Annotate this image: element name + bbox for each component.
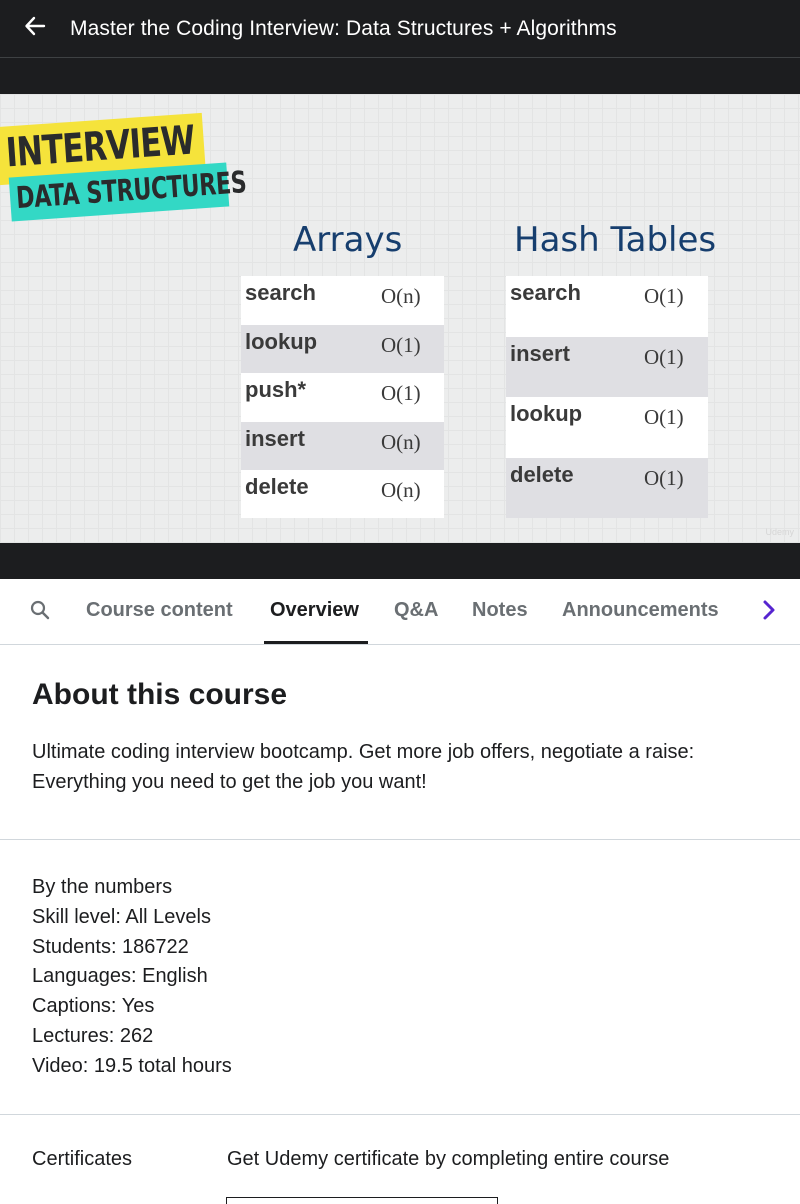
operation-complexity: O(1) bbox=[644, 344, 684, 369]
arrow-left-icon bbox=[24, 15, 46, 42]
search-icon bbox=[29, 599, 51, 626]
complexity-row: insert O(1) bbox=[506, 336, 708, 397]
operation-complexity: O(n) bbox=[381, 478, 421, 502]
arrays-title: Arrays bbox=[293, 220, 403, 260]
operation-complexity: O(1) bbox=[644, 465, 684, 490]
stat-skill-level: Skill level: All Levels bbox=[32, 905, 211, 928]
complexity-row: push* O(1) bbox=[241, 373, 444, 422]
stat-lectures: Lectures: 262 bbox=[32, 1024, 154, 1047]
stat-languages: Languages: English bbox=[32, 965, 208, 988]
certificates-text: Get Udemy certificate by completing enti… bbox=[227, 1148, 670, 1170]
arrays-table: search O(n) lookup O(1) push* O(1) insert O(n) d… bbox=[241, 276, 444, 518]
tab-notes[interactable]: Notes bbox=[472, 599, 528, 622]
tab-announcements[interactable]: Announcements bbox=[562, 599, 719, 622]
divider bbox=[0, 1114, 800, 1115]
tab-course-content[interactable]: Course content bbox=[86, 599, 233, 622]
tab-overview[interactable]: Overview bbox=[270, 599, 359, 622]
back-button[interactable] bbox=[0, 0, 70, 58]
complexity-row: search O(1) bbox=[506, 276, 708, 337]
course-tabs: Course content Overview Q&A Notes Announ… bbox=[0, 579, 800, 645]
operation-complexity: O(n) bbox=[381, 284, 421, 308]
operation-name: lookup bbox=[245, 328, 318, 354]
complexity-row: insert O(n) bbox=[241, 421, 444, 470]
operation-name: search bbox=[510, 280, 581, 305]
stat-students: Students: 186722 bbox=[32, 935, 189, 958]
complexity-row: lookup O(1) bbox=[506, 397, 708, 458]
operation-name: delete bbox=[510, 461, 574, 487]
scroll-tabs-right-button[interactable] bbox=[754, 597, 784, 627]
operation-name: search bbox=[245, 280, 316, 305]
operation-complexity: O(1) bbox=[644, 405, 684, 429]
watermark: Udemy bbox=[765, 527, 794, 537]
divider bbox=[0, 839, 800, 840]
complexity-row: delete O(n) bbox=[241, 470, 444, 519]
certificates-label: Certificates bbox=[32, 1148, 133, 1170]
stat-captions: Captions: Yes bbox=[32, 995, 155, 1018]
chevron-right-icon bbox=[761, 599, 777, 626]
operation-complexity: O(1) bbox=[381, 332, 421, 357]
complexity-row: delete O(1) bbox=[506, 457, 708, 518]
stats-heading: By the numbers bbox=[32, 876, 173, 898]
operation-name: insert bbox=[245, 425, 305, 451]
operation-complexity: O(1) bbox=[381, 381, 421, 405]
operation-name: lookup bbox=[510, 401, 583, 426]
lecture-slide: INTERVIEW DATA STRUCTURES Arrays search O… bbox=[0, 94, 800, 543]
hash-tables-table: search O(1) insert O(1) lookup O(1) delete O(1) bbox=[506, 276, 708, 518]
operation-name: delete bbox=[245, 474, 309, 499]
operation-complexity: O(n) bbox=[381, 429, 421, 454]
about-heading: About this course bbox=[32, 678, 288, 711]
top-bar: Master the Coding Interview: Data Struct… bbox=[0, 0, 800, 58]
operation-name: push* bbox=[245, 377, 307, 402]
complexity-row: lookup O(1) bbox=[241, 324, 444, 373]
stat-video: Video: 19.5 total hours bbox=[32, 1054, 232, 1077]
operation-name: insert bbox=[510, 340, 570, 366]
search-button[interactable] bbox=[24, 596, 56, 628]
operation-complexity: O(1) bbox=[644, 284, 684, 308]
about-description: Ultimate coding interview bootcamp. Get … bbox=[32, 741, 695, 793]
video-player[interactable]: INTERVIEW DATA STRUCTURES Arrays search O… bbox=[0, 58, 800, 579]
hash-tables-title: Hash Tables bbox=[514, 220, 717, 260]
course-title: Master the Coding Interview: Data Struct… bbox=[70, 16, 617, 40]
tab-qa[interactable]: Q&A bbox=[394, 599, 438, 622]
complexity-row: search O(n) bbox=[241, 276, 444, 325]
certificate-button[interactable] bbox=[226, 1197, 498, 1204]
active-tab-indicator bbox=[264, 641, 368, 644]
course-stats: By the numbers Skill level: All Levels S… bbox=[32, 873, 232, 1082]
